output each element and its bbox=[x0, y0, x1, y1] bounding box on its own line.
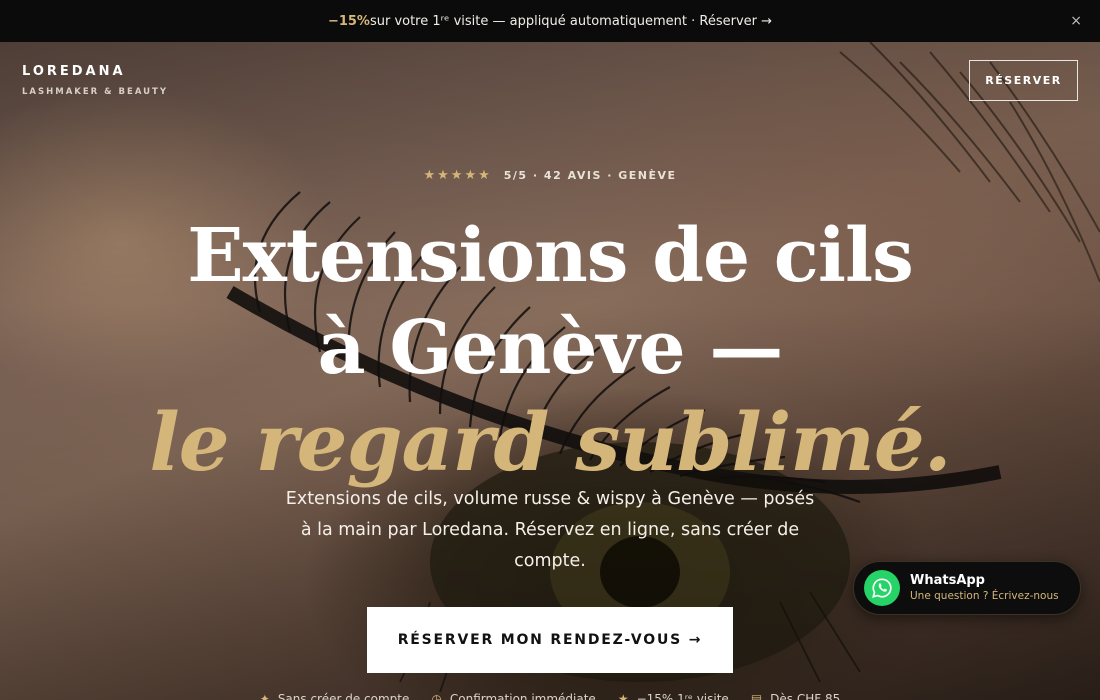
hero-subtext: Extensions de cils, volume russe & wispy… bbox=[285, 489, 815, 571]
feature-label: Dès CHF 85 bbox=[770, 692, 841, 700]
title-accent: le regard sublimé. bbox=[149, 395, 951, 489]
whatsapp-icon bbox=[864, 570, 900, 606]
brand-tagline: LASHMAKER & BEAUTY bbox=[22, 87, 168, 97]
header-reserve-button[interactable]: RÉSERVER bbox=[969, 60, 1078, 101]
promo-bar[interactable]: −15% sur votre 1ʳᵉ visite — appliqué aut… bbox=[0, 0, 1100, 42]
feature-item: ★ −15% 1ʳᵉ visite bbox=[618, 692, 729, 700]
features-row: ✦ Sans créer de compte ◷ Confirmation im… bbox=[0, 692, 1100, 700]
promo-text: sur votre 1ʳᵉ visite — appliqué automati… bbox=[369, 13, 773, 29]
book-appointment-button[interactable]: RÉSERVER MON RENDEZ-VOUS → bbox=[367, 607, 733, 673]
whatsapp-title: WhatsApp bbox=[910, 573, 985, 588]
page-title: Extensions de cils à Genève — le regard … bbox=[0, 210, 1100, 490]
promo-discount: −15% bbox=[327, 13, 370, 29]
title-line-1: Extensions de cils bbox=[187, 213, 913, 299]
feature-item: ✦ Sans créer de compte bbox=[260, 692, 410, 700]
clock-icon: ◷ bbox=[431, 692, 442, 700]
feature-item: ▤ Dès CHF 85 bbox=[751, 692, 840, 700]
feature-item: ◷ Confirmation immédiate bbox=[431, 692, 595, 700]
brand-name: LOREDANA bbox=[22, 64, 126, 79]
price-tag-icon: ▤ bbox=[750, 692, 763, 700]
rating-text: 5/5 · 42 AVIS · GENÈVE bbox=[503, 169, 677, 182]
star-icon: ★ bbox=[617, 692, 629, 700]
feature-label: −15% 1ʳᵉ visite bbox=[636, 692, 729, 700]
whatsapp-chat-button[interactable]: WhatsApp Une question ? Écrivez-nous bbox=[853, 561, 1081, 615]
rating-row: ★★★★★ 5/5 · 42 AVIS · GENÈVE bbox=[0, 168, 1100, 183]
feature-label: Confirmation immédiate bbox=[449, 692, 596, 700]
close-icon[interactable]: × bbox=[1070, 12, 1082, 30]
sparkle-icon: ✦ bbox=[259, 692, 270, 700]
feature-label: Sans créer de compte bbox=[277, 692, 410, 700]
rating-stars-icon: ★★★★★ bbox=[423, 168, 492, 183]
title-line-2: à Genève — bbox=[317, 305, 784, 391]
brand-logo[interactable]: LOREDANA LASHMAKER & BEAUTY bbox=[22, 64, 168, 97]
whatsapp-subtitle: Une question ? Écrivez-nous bbox=[910, 590, 1059, 602]
